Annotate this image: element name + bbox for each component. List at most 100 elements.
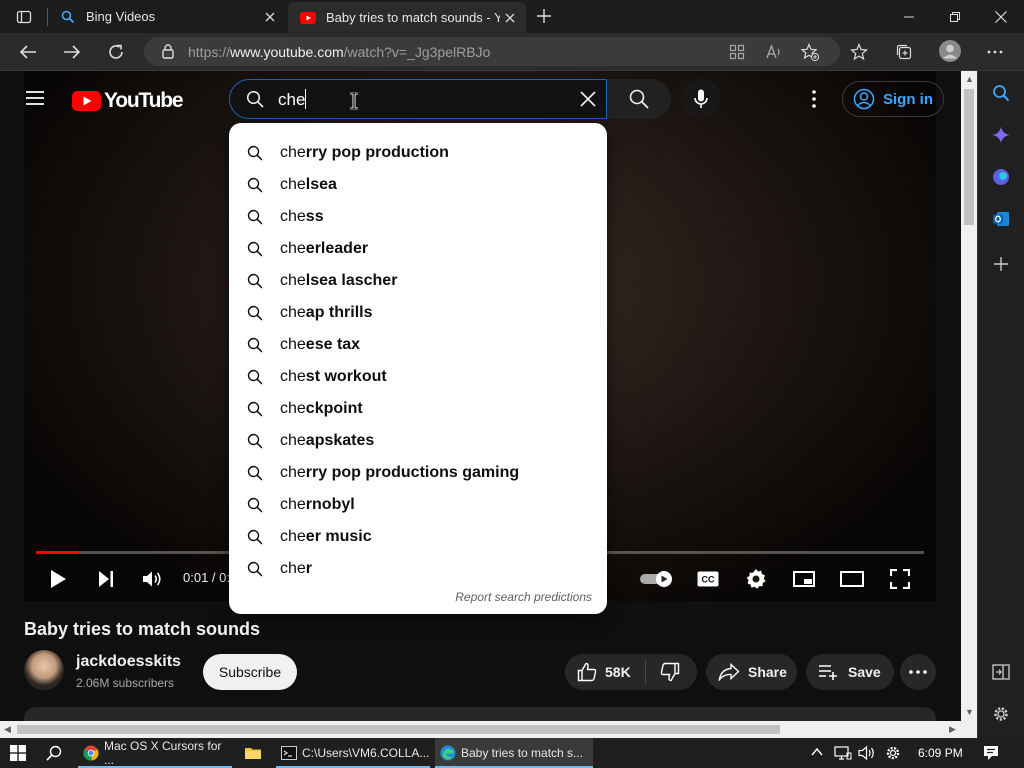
taskbar-app-command-prompt[interactable]: C:\Users\VM6.COLLA... [276,738,430,768]
search-icon [247,369,263,385]
sidebar-search-button[interactable] [990,82,1012,104]
volume-icon[interactable] [858,745,876,761]
search-input[interactable]: che [229,79,607,119]
youtube-logo[interactable]: YouTube [72,89,184,113]
search-suggestion-item[interactable]: cheer music [229,521,607,553]
scroll-down-arrow-icon[interactable]: ▼ [965,707,974,717]
more-horizontal-icon [909,670,927,674]
close-window-button[interactable] [978,0,1024,33]
add-favorite-button[interactable] [799,42,821,62]
search-suggestion-item[interactable]: cheapskates [229,425,607,457]
minimize-button[interactable] [886,0,932,33]
search-button[interactable] [607,79,671,119]
chevron-up-icon[interactable] [811,747,823,757]
scrollbar-thumb[interactable] [17,725,780,734]
search-icon[interactable] [46,745,62,761]
guide-menu-button[interactable] [24,89,46,107]
theater-mode-button[interactable] [838,565,866,593]
url-path: /watch?v=_Jg3pelRBJo [343,43,491,60]
minimize-icon [904,16,914,17]
scroll-up-arrow-icon[interactable]: ▲ [965,74,974,84]
windows-start-icon[interactable] [10,745,26,761]
sidebar-designer-button[interactable] [990,166,1012,188]
play-button[interactable] [44,565,72,593]
windows-taskbar: Mac OS X Cursors for ... C:\Users\VM6.CO… [0,738,1024,768]
taskbar-app-edge[interactable]: Baby tries to match s... [435,738,593,768]
scroll-left-arrow-icon[interactable]: ◀ [4,724,11,735]
back-button[interactable] [13,38,43,66]
restore-button[interactable] [932,0,978,33]
search-suggestion-item[interactable]: cher [229,553,607,585]
search-suggestion-item[interactable]: chelsea lascher [229,265,607,297]
collections-button[interactable] [893,42,915,62]
outlook-icon [993,212,1009,226]
settings-menu-button[interactable] [802,87,826,111]
search-suggestion-item[interactable]: cherry pop productions gaming [229,457,607,489]
tab-close-button[interactable] [500,8,520,28]
voice-search-button[interactable] [681,79,721,119]
taskbar-app-file-explorer[interactable] [240,738,270,768]
subscribe-button[interactable]: Subscribe [203,654,297,690]
dislike-button[interactable] [660,662,680,682]
read-aloud-button[interactable] [763,42,785,62]
close-icon [995,10,1007,23]
search-suggestion-item[interactable]: chernobyl [229,489,607,521]
vertical-scrollbar[interactable]: ▲ ▼ [961,71,977,721]
forward-button[interactable] [57,38,87,66]
sidebar-copilot-button[interactable] [990,124,1012,146]
mute-button[interactable] [139,565,167,593]
collections-icon [896,44,912,60]
sidebar-add-button[interactable] [990,253,1012,275]
search-suggestion-item[interactable]: cheerleader [229,233,607,265]
search-suggestion-item[interactable]: cheese tax [229,329,607,361]
taskbar-app-chrome[interactable]: Mac OS X Cursors for ... [78,738,232,768]
scroll-right-arrow-icon[interactable]: ▶ [949,724,956,735]
fullscreen-button[interactable] [886,565,914,593]
horizontal-scrollbar[interactable]: ◀ ▶ [0,721,977,738]
new-tab-button[interactable] [532,4,556,28]
settings-button[interactable] [742,565,770,593]
tab-youtube-video[interactable]: Baby tries to match sounds - YouTube [288,2,526,33]
tab-close-button[interactable] [260,7,280,27]
scrollbar-thumb[interactable] [964,89,974,225]
autoplay-toggle[interactable] [640,565,674,593]
sidebar-settings-button[interactable] [990,703,1012,725]
save-button[interactable]: Save [806,654,894,690]
report-search-predictions-link[interactable]: Report search predictions [455,590,592,604]
suggestion-completion: apskates [305,432,375,449]
profile-button[interactable] [938,39,962,63]
like-button[interactable]: 58K [577,662,631,682]
clear-search-button[interactable] [576,87,600,111]
sidebar-outlook-button[interactable] [990,208,1012,230]
notifications-icon[interactable] [983,745,999,761]
network-icon[interactable] [834,745,852,761]
tab-bing-videos[interactable]: Bing Videos [48,0,286,33]
description-box[interactable] [24,707,936,721]
sidebar-hide-button[interactable] [990,661,1012,683]
favorites-button[interactable] [848,42,870,62]
app-available-button[interactable] [726,42,748,62]
taskbar-clock[interactable]: 6:09 PM [918,746,963,760]
more-actions-button[interactable] [900,654,936,690]
next-button[interactable] [92,565,120,593]
channel-avatar[interactable] [24,650,64,690]
sign-in-button[interactable]: Sign in [842,81,944,117]
miniplayer-button[interactable] [790,565,818,593]
search-suggestion-item[interactable]: chest workout [229,361,607,393]
url-text: https://www.youtube.com/watch?v=_Jg3pelR… [188,44,490,60]
suggestion-typed-prefix: che [280,304,306,321]
refresh-button[interactable] [101,38,131,66]
gear-icon[interactable] [885,745,901,761]
search-suggestion-item[interactable]: chess [229,201,607,233]
search-suggestion-item[interactable]: chelsea [229,169,607,201]
share-button[interactable]: Share [706,654,797,690]
channel-name[interactable]: jackdoesskits [76,653,181,671]
search-suggestion-item[interactable]: checkpoint [229,393,607,425]
search-suggestion-item[interactable]: cheap thrills [229,297,607,329]
tab-actions-button[interactable] [6,4,42,30]
settings-menu-button[interactable] [984,42,1006,62]
search-icon [247,561,263,577]
search-suggestions-dropdown: cherry pop production chelsea chess cheerle… [229,123,607,614]
search-suggestion-item[interactable]: cherry pop production [229,137,607,169]
subtitles-button[interactable]: CC [694,565,722,593]
